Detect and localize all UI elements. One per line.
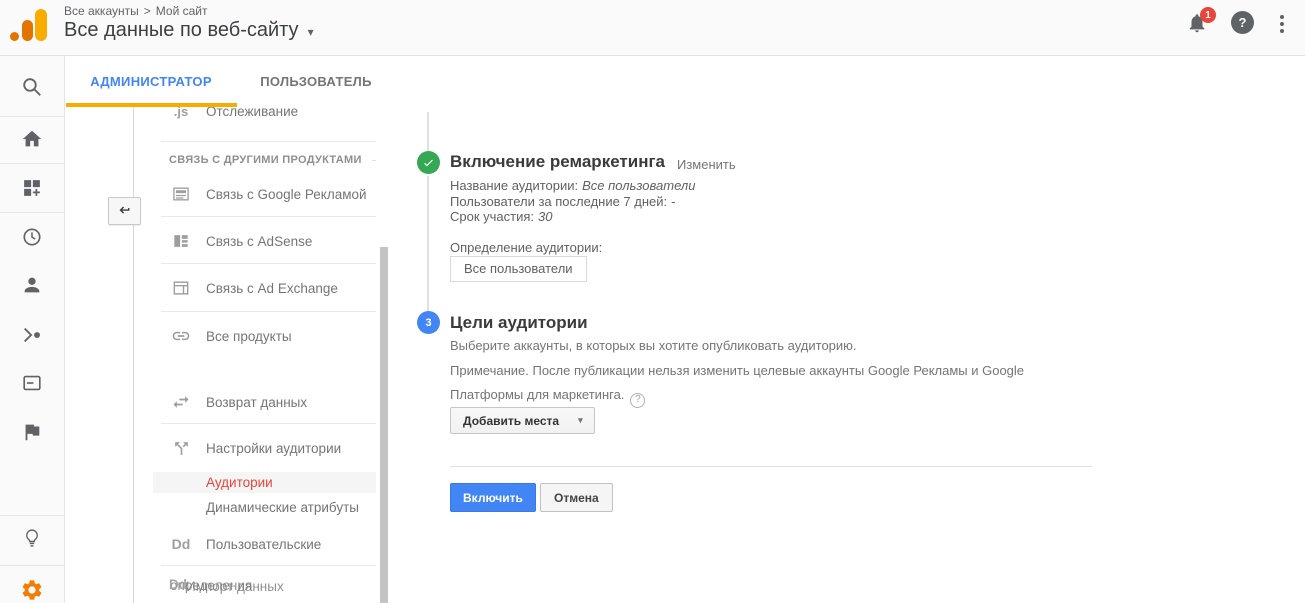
sidenav-item-audiences-active[interactable]: Аудитории (153, 472, 376, 493)
sidenav-divider (161, 311, 376, 312)
rail-divider (0, 515, 64, 516)
top-header: Все аккаунты > Мой сайт Все данные по веб-… (0, 0, 1305, 56)
sidenav-divider (161, 216, 376, 217)
audience-goals-section-title: Цели аудитории (450, 313, 588, 333)
tab-user[interactable]: ПОЛЬЗОВАТЕЛЬ (237, 56, 395, 107)
stepper-connector (427, 112, 429, 152)
enable-button[interactable]: Включить (450, 483, 536, 512)
remarketing-summary: Название аудитории:Все пользователи Поль… (450, 178, 695, 225)
sidenav-item-adsense-linking[interactable]: Связь с AdSense (169, 230, 374, 252)
flag-icon[interactable] (21, 421, 43, 443)
breadcrumb-separator: > (144, 4, 151, 18)
lightbulb-discover-icon[interactable] (22, 528, 43, 549)
sidenav-item-data-import[interactable]: Импорт данных (186, 579, 284, 594)
breadcrumb: Все аккаунты > Мой сайт (64, 4, 207, 18)
notifications-bell-icon[interactable]: 1 (1186, 12, 1220, 44)
page-title: Все данные по веб-сайту (64, 19, 299, 42)
analytics-logo-icon[interactable] (10, 9, 58, 41)
search-icon[interactable] (21, 76, 43, 98)
home-icon[interactable] (21, 128, 43, 150)
help-glyph: ? (1239, 15, 1247, 30)
edit-link[interactable]: Изменить (677, 157, 736, 172)
left-icon-rail (0, 56, 65, 603)
sidenav-divider (161, 263, 376, 264)
logo-bar-mid (22, 20, 33, 41)
section-rule (372, 160, 376, 161)
sidenav-item-dynamic-attributes[interactable]: Динамические атрибуты (206, 497, 359, 517)
sidenav-item-ad-exchange-linking[interactable]: Связь с Ad Exchange (169, 277, 374, 299)
breadcrumb-site[interactable]: Мой сайт (156, 4, 208, 18)
chevron-down-icon: ▾ (308, 22, 314, 39)
rail-divider (0, 163, 64, 164)
more-options-icon[interactable] (1275, 15, 1289, 33)
adsense-icon (169, 231, 193, 251)
behavior-card-icon[interactable] (21, 372, 43, 394)
flow-conversions-icon[interactable] (21, 324, 43, 346)
link-icon (169, 326, 193, 346)
sidenav-item-custom-definitions[interactable]: Dd Пользовательские (169, 533, 374, 555)
audience-goals-description: Выберите аккаунты, в которых вы хотите о… (450, 334, 1024, 408)
split-branch-icon (169, 439, 193, 458)
realtime-clock-icon[interactable] (21, 226, 43, 248)
remarketing-section-title: Включение ремаркетинга (450, 152, 665, 172)
admin-gear-icon[interactable] (20, 578, 44, 602)
sidenav-item-google-ads-linking[interactable]: Связь с Google Рекламой (169, 183, 374, 205)
dropdown-caret-icon: ▾ (578, 415, 583, 426)
property-selector[interactable]: Все данные по веб-сайту ▾ (64, 19, 314, 42)
membership-duration-line: Срок участия:30 (450, 209, 695, 225)
customization-icon[interactable] (22, 178, 43, 199)
js-tracking-icon: .js (169, 107, 193, 119)
audience-name-line: Название аудитории:Все пользователи (450, 178, 695, 194)
logo-dot (10, 32, 19, 41)
logo-bar-tall (35, 9, 47, 41)
users-7days-line: Пользователи за последние 7 дней:- (450, 194, 695, 210)
tab-administrator[interactable]: АДМИНИСТРАТОР (65, 56, 237, 107)
active-tab-indicator (66, 103, 237, 107)
actions-divider (450, 466, 1092, 467)
swap-arrows-icon (169, 392, 193, 412)
ad-exchange-icon (169, 278, 193, 298)
notification-badge: 1 (1200, 7, 1216, 23)
audience-person-icon[interactable] (21, 274, 43, 296)
back-arrow-icon (116, 203, 133, 220)
add-destinations-dropdown[interactable]: Добавить места ▾ (450, 407, 595, 434)
sidenav-divider (161, 565, 376, 566)
rail-divider (0, 116, 64, 117)
sidenav-divider (161, 423, 376, 424)
help-icon[interactable]: ? (1231, 11, 1254, 34)
sidenav-divider (161, 141, 376, 142)
tab-bar: АДМИНИСТРАТОР ПОЛЬЗОВАТЕЛЬ (65, 56, 1305, 107)
sidenav-scrollbar (380, 107, 388, 603)
audience-definition-label: Определение аудитории: (450, 240, 602, 255)
step-complete-check-icon (417, 151, 440, 174)
rail-divider (0, 565, 64, 566)
help-tooltip-icon[interactable]: ? (630, 393, 645, 408)
sidenav-item-tracking[interactable]: .js Отслеживание (169, 107, 374, 122)
sidenav-item-all-products[interactable]: Все продукты (169, 325, 374, 347)
dd-icon: Dd (169, 536, 193, 552)
rail-divider (0, 212, 64, 213)
admin-sidenav: .js Отслеживание СВЯЗЬ С ДРУГИМИ ПРОДУКТ… (133, 107, 388, 603)
breadcrumb-all-accounts[interactable]: Все аккаунты (64, 4, 139, 18)
step-3-badge: 3 (417, 311, 440, 334)
sidenav-item-data-return[interactable]: Возврат данных (169, 391, 374, 413)
scrollbar-thumb[interactable] (380, 247, 388, 603)
audience-definition-chip[interactable]: Все пользователи (450, 256, 587, 282)
sidenav-item-audience-settings[interactable]: Настройки аудитории (169, 437, 374, 459)
cancel-button[interactable]: Отмена (540, 483, 613, 512)
collapse-sidenav-button[interactable] (108, 197, 141, 225)
stepper-connector (427, 176, 429, 311)
google-ads-icon (169, 184, 193, 204)
sidenav-section-product-linking: СВЯЗЬ С ДРУГИМИ ПРОДУКТАМИ (169, 154, 376, 166)
dd-icon: Dd (169, 577, 187, 592)
google-analytics-admin-page: Все аккаунты > Мой сайт Все данные по веб-… (0, 0, 1305, 603)
